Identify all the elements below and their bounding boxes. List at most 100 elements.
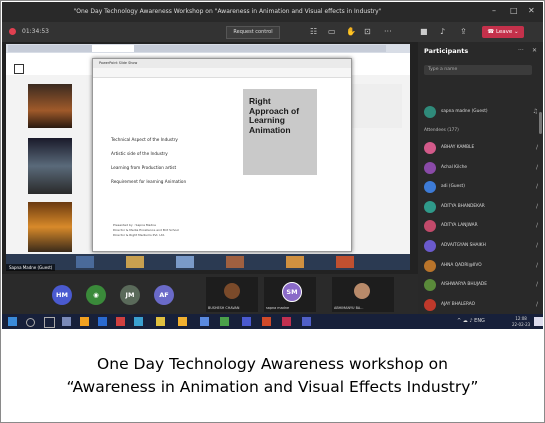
participant-name: AHNA QADRI@IIVO [441, 262, 482, 268]
taskbar-app-icon[interactable] [98, 317, 107, 326]
slideshow-title: PowerPoint Slide Show [93, 59, 351, 68]
recording-icon [9, 28, 16, 35]
video-tile-name: BUSHESH CHAVAN [208, 306, 240, 310]
raise-hand-icon[interactable]: ✋ [346, 27, 356, 36]
avatar [424, 298, 436, 311]
presenter-row[interactable]: sapna madne (Guest) ♫ [424, 104, 538, 121]
participant-search-input[interactable]: Type a name [424, 65, 532, 75]
participant-avatar[interactable]: ◉ [86, 285, 106, 305]
request-control-button[interactable]: Request control [226, 26, 280, 39]
participant-photo [224, 283, 240, 299]
participant-row[interactable]: AHNA QADRI@IIVO ∕ [424, 258, 538, 275]
taskbar-app-icon[interactable] [220, 317, 229, 326]
shared-taskbar [6, 254, 410, 270]
mic-muted-icon: ∕ [535, 281, 538, 289]
maximize-icon[interactable]: □ [510, 6, 518, 15]
search-icon[interactable] [26, 318, 35, 327]
slide-bullet: Artistic side of the Industry [111, 151, 168, 156]
avatar [424, 220, 436, 233]
app-thumbnail[interactable] [126, 256, 144, 268]
video-tile[interactable]: SM sapna madne [264, 277, 316, 312]
participants-panel: Participants ··· ✕ Type a name sapna mad… [418, 42, 543, 314]
participants-scrollbar[interactable] [539, 112, 542, 134]
browser-tab[interactable] [302, 45, 344, 52]
minimize-icon[interactable]: – [492, 6, 496, 15]
participant-name: AISHWARYA BHUJADE [441, 282, 487, 288]
taskbar-app-icon[interactable] [116, 317, 125, 326]
taskbar-app-icon[interactable] [178, 317, 187, 326]
slide-bullet: Requirement for learning Animation [111, 179, 187, 184]
window-title: "One Day Technology Awareness Workshop o… [73, 8, 382, 15]
participant-avatar[interactable]: JM [120, 285, 140, 305]
avatar [424, 259, 436, 272]
chat-icon[interactable]: ▭ [328, 27, 336, 36]
teams-taskbar-icon[interactable] [302, 317, 311, 326]
avatar [424, 161, 436, 174]
slide-heading: Right Approach of Learning Animation [249, 96, 300, 135]
browser-tab-active[interactable] [92, 45, 134, 52]
notification-icon[interactable] [534, 317, 543, 326]
app-thumbnail[interactable] [286, 256, 304, 268]
attendees-section-label[interactable]: Attendees (177) [424, 128, 459, 133]
taskbar-app-icon[interactable] [282, 317, 291, 326]
browser-tab[interactable] [8, 45, 50, 52]
clock[interactable]: 12:08 22-02-23 [512, 316, 530, 327]
windows-taskbar: ^ ☁ ♪ ENG 12:08 22-02-23 [2, 314, 543, 329]
app-thumbnail[interactable] [176, 256, 194, 268]
camera-off-icon[interactable]: ■ [420, 27, 428, 36]
avatar [424, 200, 436, 213]
teams-screenshot: "One Day Technology Awareness Workshop o… [2, 2, 543, 329]
share-icon[interactable]: ⊡ [364, 27, 371, 36]
movie-poster[interactable] [28, 84, 72, 128]
app-thumbnail[interactable] [76, 256, 94, 268]
video-tile-name: ABHIMANYU BA... [334, 306, 364, 310]
share-tray-icon[interactable]: ⇪ [460, 27, 467, 36]
more-options-icon[interactable]: ··· [384, 27, 392, 36]
participant-row[interactable]: adi (Guest) ∕ [424, 179, 538, 196]
taskbar-app-icon[interactable] [134, 317, 143, 326]
participant-row[interactable]: Achal Kilche ∕ [424, 160, 538, 177]
browser-tab[interactable] [344, 45, 386, 52]
browser-tab[interactable] [50, 45, 92, 52]
browser-tab[interactable] [176, 45, 218, 52]
taskbar-app-icon[interactable] [62, 317, 71, 326]
taskbar-app-icon[interactable] [156, 317, 165, 326]
participant-row[interactable]: ADITYA LANJWAR ∕ [424, 218, 538, 235]
task-view-icon[interactable] [44, 317, 55, 328]
video-tile[interactable]: BUSHESH CHAVAN [206, 277, 258, 312]
start-icon[interactable] [8, 317, 17, 326]
app-thumbnail[interactable] [226, 256, 244, 268]
slideshow-window: PowerPoint Slide Show Technical Aspect o… [92, 58, 352, 252]
browser-tab[interactable] [134, 45, 176, 52]
close-panel-icon[interactable]: ✕ [532, 47, 537, 54]
participant-avatar[interactable]: HM [52, 285, 72, 305]
shared-screen-stage: PowerPoint Slide Show Technical Aspect o… [2, 42, 418, 274]
video-gallery: HM ◉ JM AF BUSHESH CHAVAN SM sapna madne… [2, 274, 418, 314]
people-icon[interactable]: ☷ [310, 27, 317, 36]
participant-row[interactable]: AISHWARYA BHUJADE ∕ [424, 277, 538, 294]
participant-row[interactable]: ADITYA BHANDEKAR ∕ [424, 199, 538, 216]
leave-button[interactable]: ☎ Leave ⌄ [482, 26, 524, 38]
participant-avatar[interactable]: AF [154, 285, 174, 305]
system-tray[interactable]: ^ ☁ ♪ ENG [457, 318, 485, 324]
taskbar-app-icon[interactable] [262, 317, 271, 326]
mic-off-icon[interactable]: ♪ [440, 27, 445, 36]
title-bar: "One Day Technology Awareness Workshop o… [2, 2, 543, 22]
movie-poster[interactable] [28, 202, 72, 252]
browser-tab[interactable] [218, 45, 260, 52]
close-icon[interactable]: ✕ [528, 6, 535, 15]
video-tile[interactable]: ABHIMANYU BA... [332, 277, 394, 312]
slide-bullet: Learning from Production artist [111, 165, 177, 170]
app-thumbnail[interactable] [336, 256, 354, 268]
taskbar-app-icon[interactable] [200, 317, 209, 326]
participant-row[interactable]: AJAY BHALERAO ∕ [424, 297, 538, 314]
participant-row[interactable]: ADVAITGYAN SHAIKH ∕ [424, 238, 538, 255]
more-icon[interactable]: ··· [518, 47, 524, 54]
taskbar-app-icon[interactable] [242, 317, 251, 326]
movie-poster[interactable] [28, 138, 72, 194]
mic-muted-icon: ∕ [535, 242, 538, 249]
participant-row[interactable]: ABHAY KAMBLE ∕ [424, 140, 538, 157]
caption: One Day Technology Awareness workshop on… [2, 330, 543, 422]
browser-tab[interactable] [260, 45, 302, 52]
taskbar-app-icon[interactable] [80, 317, 89, 326]
